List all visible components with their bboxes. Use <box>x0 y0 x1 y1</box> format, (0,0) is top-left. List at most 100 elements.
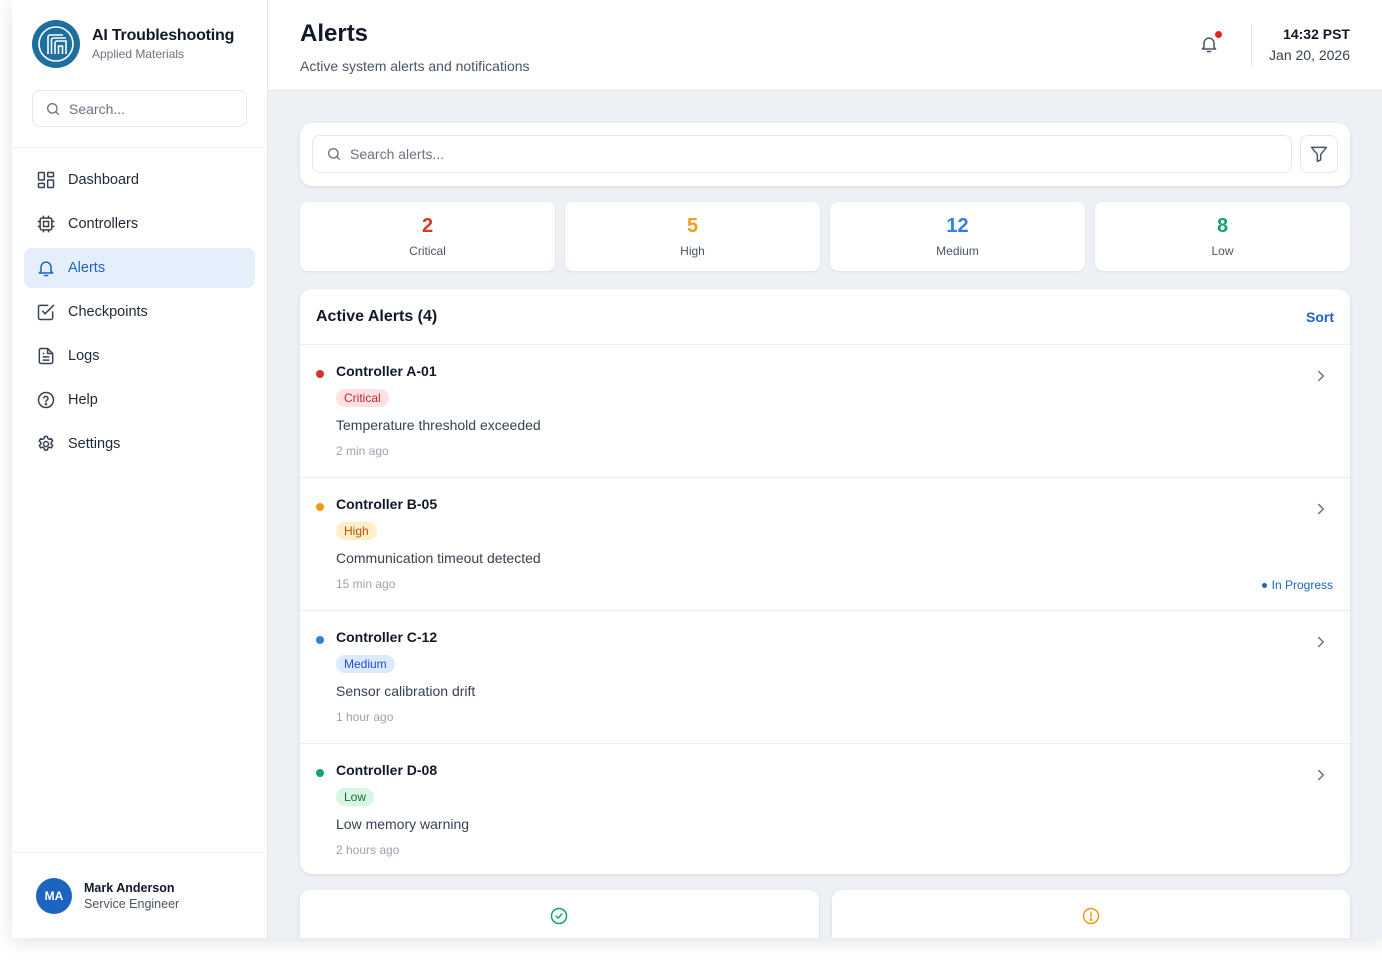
chip-icon <box>37 215 55 233</box>
user-profile[interactable]: MA Mark Anderson Service Engineer <box>12 852 267 938</box>
notification-dot <box>1215 31 1223 38</box>
stat-value: 8 <box>1216 215 1229 237</box>
resolved-card[interactable] <box>300 890 819 938</box>
sidebar-item-label: Controllers <box>68 216 139 232</box>
brand-logo-icon <box>32 20 80 68</box>
alert-controller-name: Controller C-12 <box>336 629 438 645</box>
status-tag: In Progress <box>1261 578 1333 592</box>
active-alerts-panel: Active Alerts (4) Sort Controller A-01 C… <box>300 289 1350 874</box>
stat-value: 12 <box>946 215 969 237</box>
stat-label: Critical <box>409 244 446 258</box>
sidebar-item-alerts[interactable]: Alerts <box>24 248 255 288</box>
content: 2 Critical 5 High 12 Medium 8 Low <box>300 123 1350 938</box>
alert-time: 2 hours ago <box>336 843 400 857</box>
alert-message: Sensor calibration drift <box>336 683 476 699</box>
filter-button[interactable] <box>1300 135 1338 173</box>
alert-item[interactable]: Controller D-08 Low Low memory warning 2… <box>300 744 1350 874</box>
sidebar-item-label: Checkpoints <box>68 304 148 320</box>
sidebar-item-label: Settings <box>68 436 121 452</box>
alert-message: Low memory warning <box>336 816 470 832</box>
sidebar-item-dashboard[interactable]: Dashboard <box>24 160 255 200</box>
sidebar-item-help[interactable]: Help <box>24 380 255 420</box>
sidebar-item-settings[interactable]: Settings <box>24 424 255 464</box>
avatar: MA <box>36 877 72 914</box>
clock-date: Jan 20, 2026 <box>1269 47 1350 63</box>
severity-dot <box>316 370 324 378</box>
alert-circle-icon <box>1082 907 1099 925</box>
severity-dot <box>316 636 324 644</box>
gear-icon <box>38 435 54 451</box>
help-icon <box>37 391 55 409</box>
search-icon <box>47 102 59 115</box>
stat-label: Medium <box>936 244 979 258</box>
severity-badge: High <box>336 522 377 540</box>
brand-subtitle: Applied Materials <box>92 47 185 61</box>
clock: 14:32 PST Jan 20, 2026 <box>1269 26 1350 63</box>
stat-high[interactable]: 5 High <box>565 202 820 271</box>
chevron-right-icon <box>1318 370 1324 382</box>
alert-item[interactable]: Controller A-01 Critical Temperature thr… <box>300 345 1350 478</box>
chevron-right-icon <box>1318 503 1324 515</box>
check-circle-icon <box>551 907 568 925</box>
dashboard-icon <box>37 171 55 189</box>
severity-dot <box>316 503 324 511</box>
alert-controller-name: Controller A-01 <box>336 363 437 379</box>
sidebar-item-checkpoints[interactable]: Checkpoints <box>24 292 255 332</box>
alert-controller-name: Controller D-08 <box>336 762 438 778</box>
sort-button[interactable]: Sort <box>1306 309 1334 325</box>
bottom-cards <box>300 890 1350 938</box>
sidebar-item-label: Logs <box>68 348 100 364</box>
alert-time: 2 min ago <box>336 444 389 458</box>
page-title: Alerts <box>300 20 369 47</box>
status-label: In Progress <box>1271 578 1333 592</box>
clock-time: 14:32 PST <box>1283 26 1350 42</box>
sidebar-nav: Dashboard Controllers Alerts Checkpoints… <box>12 148 267 852</box>
sidebar-item-logs[interactable]: Logs <box>24 336 255 376</box>
alert-message: Communication timeout detected <box>336 550 541 566</box>
alert-item[interactable]: Controller B-05 High Communication timeo… <box>300 478 1350 611</box>
stat-label: High <box>680 244 705 258</box>
stat-critical[interactable]: 2 Critical <box>300 202 555 271</box>
sidebar-search-input[interactable] <box>69 100 229 117</box>
chevron-right-icon <box>1318 769 1324 781</box>
severity-stats: 2 Critical 5 High 12 Medium 8 Low <box>300 202 1350 271</box>
alerts-panel-title: Active Alerts (4) <box>316 307 438 325</box>
status-dot <box>1261 582 1267 588</box>
alert-item[interactable]: Controller C-12 Medium Sensor calibratio… <box>300 611 1350 744</box>
page-header: Alerts Active system alerts and notifica… <box>268 0 1382 91</box>
sidebar-item-label: Help <box>68 392 98 408</box>
sidebar-search <box>32 90 247 127</box>
page-subtitle: Active system alerts and notifications <box>300 58 530 74</box>
stat-low[interactable]: 8 Low <box>1095 202 1350 271</box>
brand-title: AI Troubleshooting <box>92 27 235 44</box>
search-icon <box>328 148 340 160</box>
stat-medium[interactable]: 12 Medium <box>830 202 1085 271</box>
severity-badge: Medium <box>336 655 395 673</box>
checkbox-icon <box>37 304 55 321</box>
filter-icon <box>1310 146 1328 163</box>
alerts-search-card <box>300 123 1350 186</box>
stat-value: 2 <box>421 215 434 237</box>
sidebar-item-controllers[interactable]: Controllers <box>24 204 255 244</box>
alert-time: 15 min ago <box>336 577 396 591</box>
sidebar: AI Troubleshooting Applied Materials Das… <box>12 0 268 938</box>
document-icon <box>38 347 54 365</box>
alert-controller-name: Controller B-05 <box>336 496 438 512</box>
app-window: AI Troubleshooting Applied Materials Das… <box>12 0 1382 938</box>
user-name: Mark Anderson <box>84 880 175 895</box>
alert-search-input[interactable] <box>350 146 750 162</box>
severity-badge: Low <box>336 788 375 806</box>
main-area: Alerts Active system alerts and notifica… <box>268 0 1382 938</box>
severity-dot <box>316 769 324 777</box>
severity-badge: Critical <box>336 389 389 407</box>
alert-message: Temperature threshold exceeded <box>336 417 541 433</box>
pending-card[interactable] <box>831 890 1350 938</box>
header-divider <box>1251 24 1253 66</box>
sidebar-item-label: Dashboard <box>68 172 139 188</box>
alert-search <box>312 135 1292 173</box>
bell-icon <box>38 261 54 277</box>
notifications-button[interactable] <box>1199 31 1223 59</box>
stat-value: 5 <box>686 215 699 237</box>
alert-time: 1 hour ago <box>336 710 394 724</box>
chevron-right-icon <box>1318 636 1324 648</box>
